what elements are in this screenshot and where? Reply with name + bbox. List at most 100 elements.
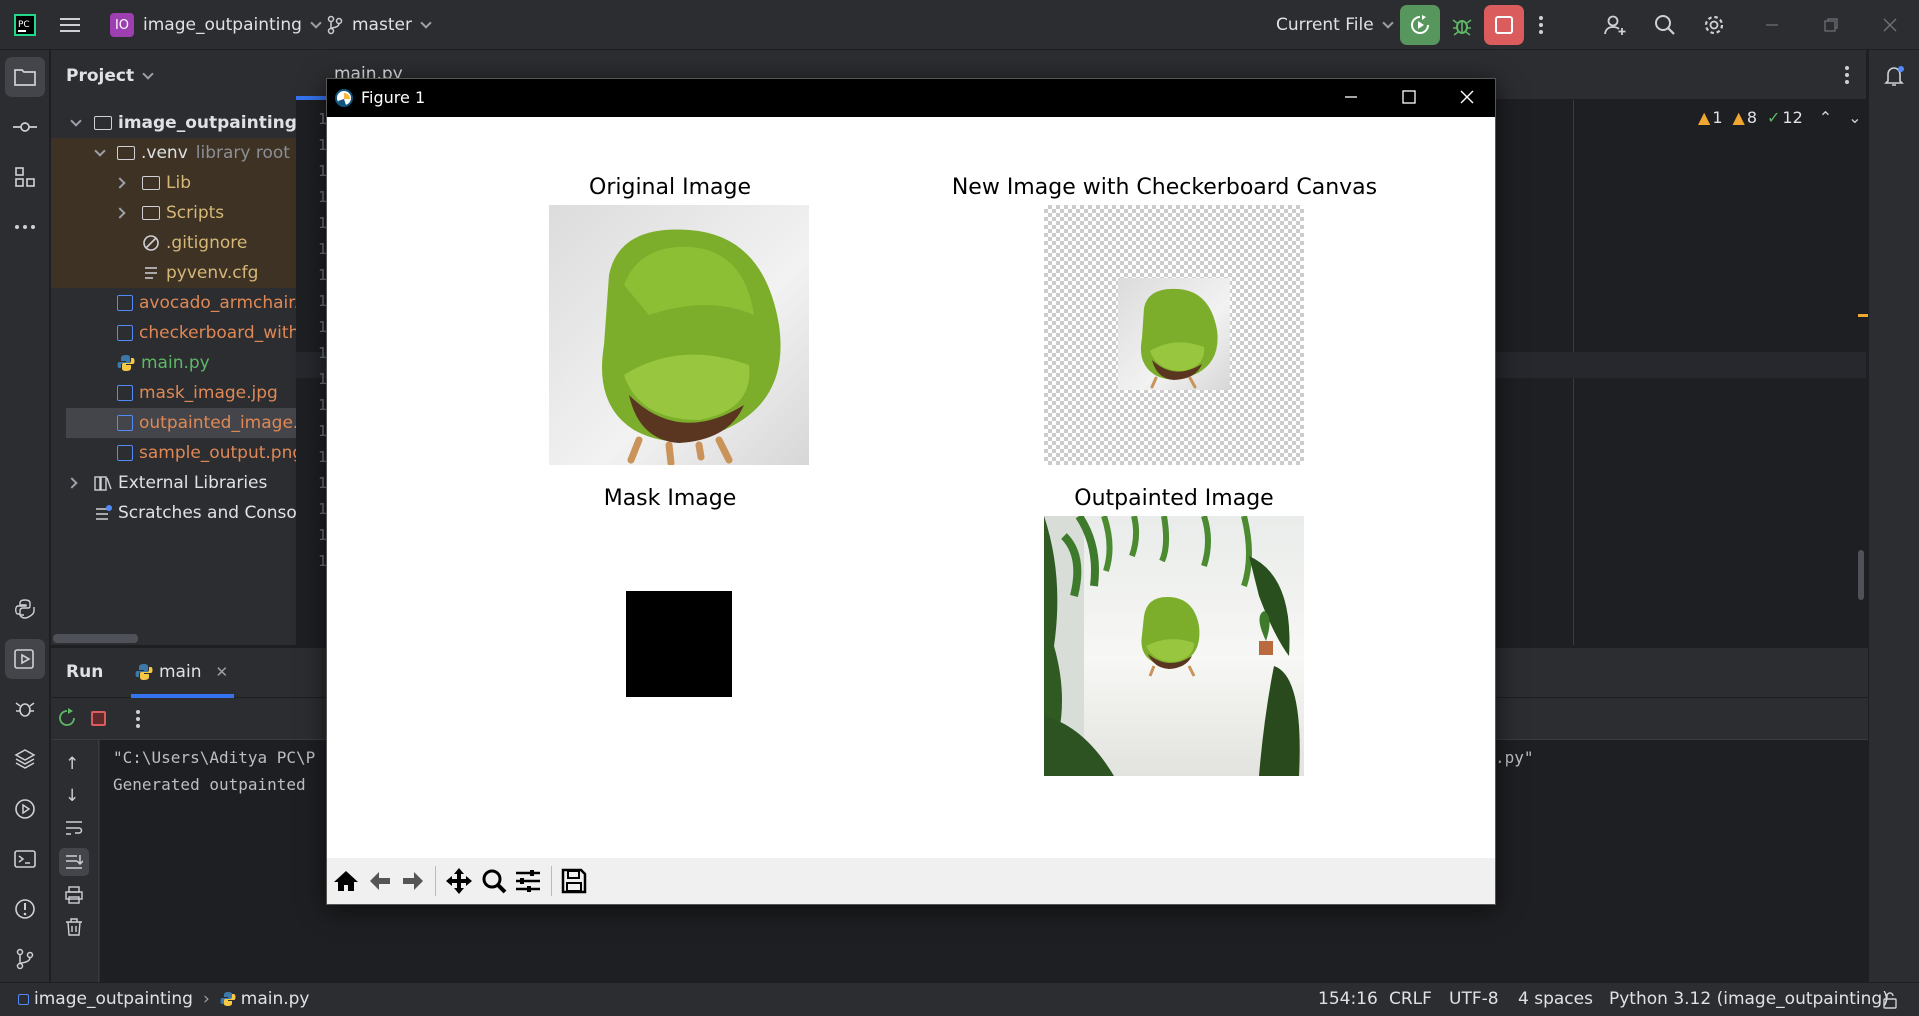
lock-icon[interactable] — [1881, 991, 1899, 1014]
trash-icon[interactable] — [65, 918, 83, 941]
figure-minimize-icon[interactable] — [1343, 89, 1359, 109]
arrow-up-icon[interactable]: ↑ — [65, 754, 79, 774]
back-arrow-icon[interactable] — [365, 866, 395, 896]
git-icon[interactable] — [5, 939, 45, 979]
tree-item-gitignore[interactable]: .gitignore — [51, 228, 296, 258]
close-tab-icon[interactable]: ✕ — [215, 663, 228, 681]
more-actions-icon[interactable] — [133, 708, 143, 735]
tree-item-pyvenv[interactable]: pyvenv.cfg — [51, 258, 296, 288]
editor-options-icon[interactable] — [1842, 64, 1852, 91]
figure-maximize-icon[interactable] — [1401, 89, 1417, 109]
run-tab-main[interactable]: main ✕ — [135, 662, 228, 682]
vertical-scrollbar[interactable] — [1858, 550, 1864, 600]
home-icon[interactable] — [331, 866, 361, 896]
more-tools-icon[interactable] — [5, 207, 45, 247]
caret-position[interactable]: 154:16 — [1318, 989, 1378, 1009]
zoom-icon[interactable] — [479, 866, 509, 896]
tree-item-checkerboard[interactable]: checkerboard_with_image.png — [51, 318, 296, 348]
line-separator[interactable]: CRLF — [1389, 989, 1432, 1009]
stop-icon[interactable] — [91, 711, 106, 726]
debug-button[interactable] — [1442, 5, 1482, 45]
chevron-down-icon — [142, 67, 154, 80]
debug-tool-icon[interactable] — [5, 689, 45, 729]
title-bar: PC IO image_outpainting master Current F… — [0, 0, 1919, 50]
close-window-icon[interactable] — [1882, 0, 1898, 50]
armchair-illustration-small — [1140, 288, 1218, 389]
services-icon[interactable] — [5, 789, 45, 829]
search-icon[interactable] — [1653, 0, 1677, 50]
python-interpreter[interactable]: Python 3.12 (image_outpainting) — [1609, 989, 1889, 1009]
status-breadcrumb[interactable]: image_outpainting › main.py — [18, 989, 310, 1009]
figure-window: Figure 1 Original Image New Image with C… — [326, 78, 1496, 905]
commit-icon[interactable] — [5, 107, 45, 147]
forward-arrow-icon[interactable] — [398, 866, 428, 896]
collapse-arrow-icon — [114, 177, 126, 189]
tree-item-external-libraries[interactable]: External Libraries — [51, 468, 296, 498]
restore-window-icon[interactable] — [1823, 0, 1839, 50]
tree-item-sample-output[interactable]: sample_output.png — [51, 438, 296, 468]
project-selector[interactable]: IO image_outpainting — [110, 0, 322, 50]
pan-move-icon[interactable] — [444, 866, 474, 896]
subplot-title-mask: Mask Image — [603, 486, 737, 511]
branch-selector[interactable]: master — [326, 0, 432, 50]
inspection-widget[interactable]: ▲ 1 ▲ 8 ✓ 12 ⌃ ⌄ — [1698, 108, 1862, 127]
breadcrumb-separator-icon: › — [202, 989, 210, 1009]
run-side-toolbar: ↑ ↓ — [51, 740, 99, 982]
tree-item-label: pyvenv.cfg — [166, 263, 259, 283]
stop-button[interactable] — [1484, 5, 1524, 45]
save-floppy-icon[interactable] — [559, 866, 589, 896]
soft-wrap-icon[interactable] — [65, 820, 83, 841]
run-config-selector[interactable]: Current File — [1276, 0, 1394, 50]
tree-item-main-py[interactable]: main.py — [51, 348, 296, 378]
tree-item-venv[interactable]: .venv library root — [51, 138, 296, 168]
arrow-down-icon[interactable]: ↓ — [65, 786, 79, 806]
project-folder-icon[interactable] — [5, 57, 45, 97]
chevron-down-icon — [310, 16, 322, 29]
figure-close-icon[interactable] — [1459, 89, 1475, 109]
project-panel-header[interactable]: Project — [66, 62, 154, 90]
breadcrumb-file[interactable]: main.py — [241, 989, 310, 1009]
horizontal-scrollbar[interactable] — [53, 634, 138, 643]
mask-square — [626, 591, 732, 697]
chevron-up-icon[interactable]: ⌃ — [1819, 108, 1832, 127]
tree-item-label: Scripts — [166, 203, 225, 223]
minimize-window-icon[interactable] — [1764, 0, 1780, 50]
notifications-bell-icon[interactable] — [1876, 58, 1912, 94]
pycharm-logo-icon[interactable]: PC — [14, 0, 36, 50]
configure-subplots-icon[interactable] — [513, 866, 543, 896]
right-tool-strip — [1868, 50, 1919, 982]
terminal-icon[interactable] — [5, 839, 45, 879]
project-panel: Project image_outpainting C .venv librar… — [51, 50, 296, 645]
tree-item-avocado[interactable]: avocado_armchair.jpg — [51, 288, 296, 318]
settings-gear-icon[interactable] — [1702, 0, 1726, 50]
breadcrumb-project[interactable]: image_outpainting — [34, 989, 193, 1009]
tree-item-scripts[interactable]: Scripts — [51, 198, 296, 228]
tree-item-mask[interactable]: mask_image.jpg — [51, 378, 296, 408]
warning-count: 8 — [1746, 108, 1757, 127]
indent-setting[interactable]: 4 spaces — [1518, 989, 1593, 1009]
rerun-button[interactable] — [1400, 5, 1440, 45]
tree-item-label: External Libraries — [118, 473, 268, 493]
layers-icon[interactable] — [5, 739, 45, 779]
problems-icon[interactable] — [5, 889, 45, 929]
tree-root[interactable]: image_outpainting C — [51, 108, 296, 138]
python-packages-icon[interactable] — [5, 589, 45, 629]
toolbar-separator — [435, 866, 436, 896]
ok-check-icon: ✓ — [1767, 108, 1781, 127]
run-panel-title: Run — [66, 662, 104, 682]
structure-icon[interactable] — [5, 157, 45, 197]
run-tool-icon[interactable] — [5, 639, 45, 679]
tree-item-scratches[interactable]: Scratches and Consoles — [51, 498, 296, 528]
tree-item-lib[interactable]: Lib — [51, 168, 296, 198]
ok-count: 12 — [1782, 108, 1803, 127]
chevron-down-icon[interactable]: ⌄ — [1848, 108, 1861, 127]
tree-item-outpainted[interactable]: outpainted_image.jpg — [66, 408, 296, 438]
code-with-me-icon[interactable] — [1603, 0, 1627, 50]
scroll-to-end-icon[interactable] — [59, 848, 89, 876]
print-icon[interactable] — [65, 886, 83, 909]
original-image — [549, 205, 809, 467]
file-encoding[interactable]: UTF-8 — [1449, 989, 1499, 1009]
rerun-icon[interactable] — [57, 708, 77, 733]
main-menu-icon[interactable] — [58, 0, 82, 50]
more-actions-icon[interactable] — [1536, 0, 1546, 50]
